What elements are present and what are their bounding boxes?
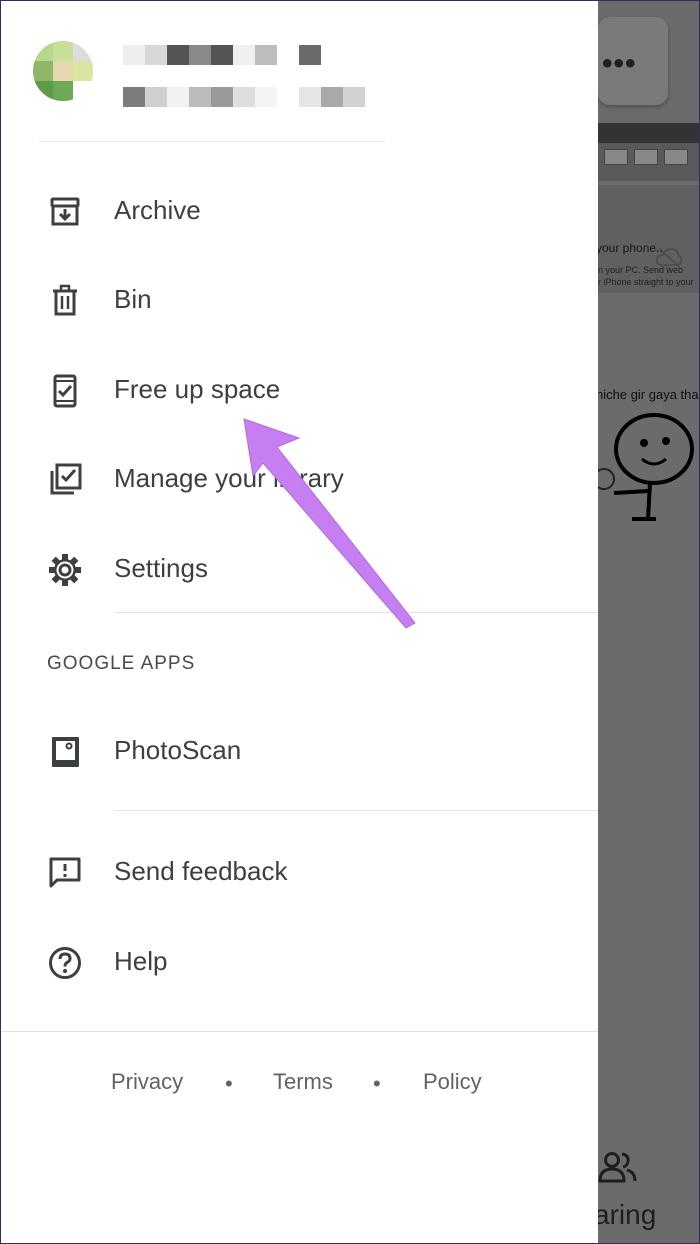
background-snippet-line: r iPhone straight to your bbox=[598, 277, 694, 287]
menu-item-settings[interactable]: Settings bbox=[1, 538, 598, 598]
people-icon bbox=[598, 1152, 637, 1183]
menu-item-label: Settings bbox=[114, 553, 208, 583]
menu-item-label: Manage your library bbox=[114, 463, 344, 493]
menu-item-label: Free up space bbox=[114, 374, 281, 404]
account-email bbox=[123, 87, 365, 107]
background-card: your phone.. n your PC. Send web r iPhon… bbox=[598, 185, 699, 293]
footer-separator: • bbox=[225, 1071, 233, 1096]
menu-item-archive[interactable]: Archive bbox=[1, 180, 598, 240]
section-title-google-apps: GOOGLE APPS bbox=[47, 653, 196, 674]
phone-check-icon bbox=[53, 374, 77, 408]
policy-link[interactable]: Policy bbox=[423, 1069, 482, 1095]
menu-item-photoscan[interactable]: PhotoScan bbox=[1, 720, 598, 780]
navigation-drawer: Archive Bin Free up space Manage your li… bbox=[1, 1, 598, 1243]
footer-separator: • bbox=[373, 1071, 381, 1096]
photoscan-icon bbox=[52, 737, 79, 767]
divider bbox=[114, 612, 598, 613]
background-caption: niche gir gaya tha. bbox=[598, 387, 700, 402]
divider bbox=[114, 810, 598, 811]
divider bbox=[39, 141, 385, 142]
background-app-scrim[interactable]: ••• your phone.. n your PC. Send web r i… bbox=[598, 1, 700, 1243]
terms-link[interactable]: Terms bbox=[273, 1069, 333, 1095]
background-snippet-line: n your PC. Send web bbox=[598, 265, 684, 275]
background-thumbnail bbox=[598, 123, 699, 181]
privacy-link[interactable]: Privacy bbox=[111, 1069, 183, 1095]
background-snippet-title: your phone.. bbox=[598, 241, 663, 255]
trash-icon bbox=[53, 284, 77, 316]
gear-icon bbox=[49, 554, 81, 586]
more-horiz-icon: ••• bbox=[602, 47, 637, 80]
archive-icon bbox=[50, 197, 80, 226]
feedback-icon bbox=[49, 857, 81, 888]
menu-item-free-up-space[interactable]: Free up space bbox=[1, 359, 598, 419]
account-header[interactable] bbox=[1, 1, 598, 143]
menu-item-send-feedback[interactable]: Send feedback bbox=[1, 841, 598, 901]
avatar[interactable] bbox=[33, 41, 93, 101]
menu-item-help[interactable]: Help bbox=[1, 931, 598, 991]
divider bbox=[1, 1031, 598, 1032]
library-check-icon bbox=[50, 463, 82, 495]
drawer-footer: Privacy • Terms • Policy bbox=[1, 1065, 598, 1101]
menu-item-label: Help bbox=[114, 946, 168, 976]
screen: ••• your phone.. n your PC. Send web r i… bbox=[0, 0, 700, 1244]
doodle-image bbox=[598, 413, 694, 521]
help-icon bbox=[49, 947, 81, 979]
menu-item-bin[interactable]: Bin bbox=[1, 269, 598, 329]
account-name bbox=[123, 45, 321, 65]
menu-item-manage-library[interactable]: Manage your library bbox=[1, 448, 598, 508]
menu-item-label: Bin bbox=[114, 284, 152, 314]
menu-item-label: PhotoScan bbox=[114, 735, 242, 765]
more-button[interactable]: ••• bbox=[598, 17, 668, 105]
menu-item-label: Archive bbox=[114, 195, 201, 225]
menu-item-label: Send feedback bbox=[114, 856, 288, 886]
sharing-tab-label[interactable]: aring bbox=[598, 1199, 656, 1231]
